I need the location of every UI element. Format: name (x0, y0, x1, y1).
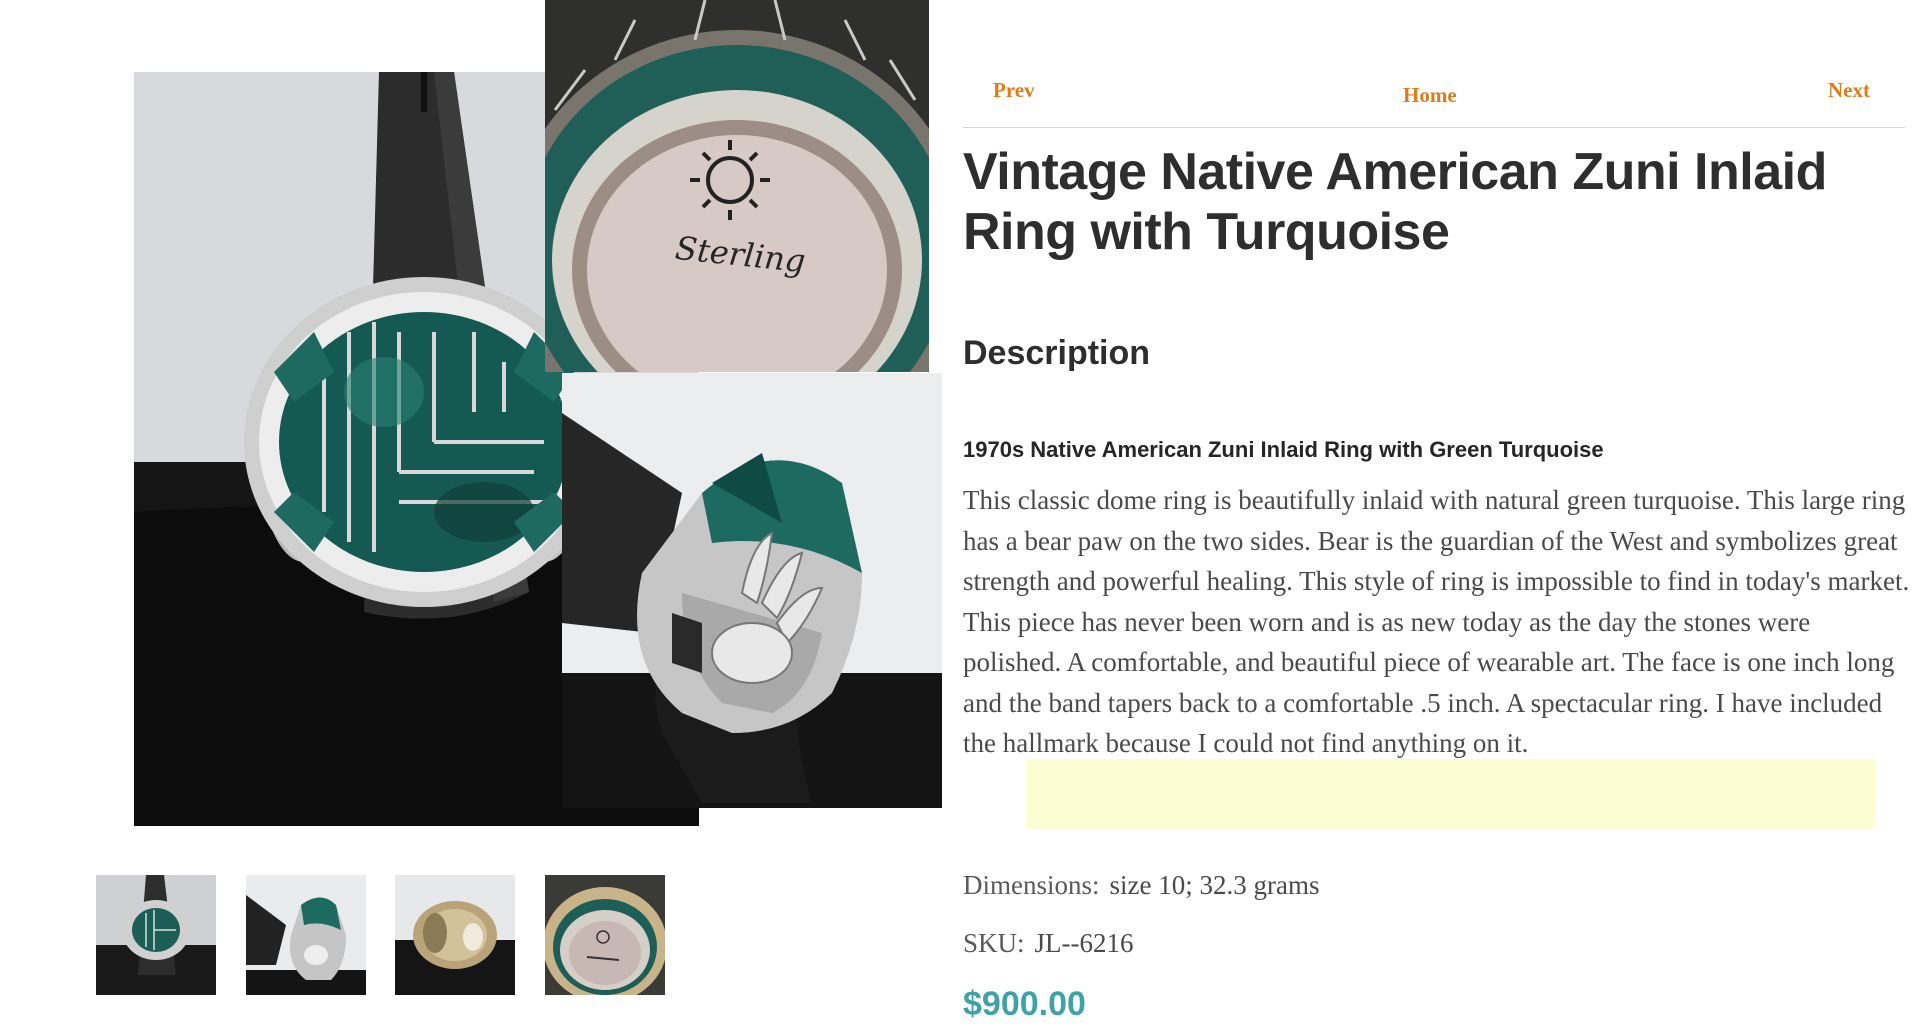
description-heading: Description (963, 334, 1151, 372)
hallmark-image[interactable]: Sterling (545, 0, 929, 372)
product-description: This classic dome ring is beautifully in… (963, 485, 1910, 758)
product-title: Vintage Native American Zuni Inlaid Ring… (963, 143, 1827, 261)
side-product-image[interactable] (562, 373, 942, 808)
sku-label: SKU: (963, 928, 1025, 958)
next-link[interactable]: Next (1828, 78, 1870, 103)
thumbnail-ring-band[interactable] (395, 875, 515, 995)
text-highlight (1026, 759, 1876, 829)
thumbnail-ring-hallmark[interactable] (545, 875, 665, 995)
product-subtitle: 1970s Native American Zuni Inlaid Ring w… (963, 437, 1604, 462)
sku-row: SKU: JL--6216 (963, 928, 1134, 959)
dimensions-value: size 10; 32.3 grams (1109, 870, 1320, 900)
dimensions-label: Dimensions: (963, 870, 1100, 900)
nav-divider (963, 127, 1905, 128)
home-link[interactable]: Home (1403, 83, 1457, 108)
prev-link[interactable]: Prev (993, 78, 1035, 103)
product-price: $900.00 (963, 985, 1086, 1023)
dimensions-row: Dimensions: size 10; 32.3 grams (963, 870, 1319, 901)
thumbnail-ring-front[interactable] (96, 875, 216, 995)
sku-value: JL--6216 (1034, 928, 1134, 958)
thumbnail-ring-side[interactable] (246, 875, 366, 995)
